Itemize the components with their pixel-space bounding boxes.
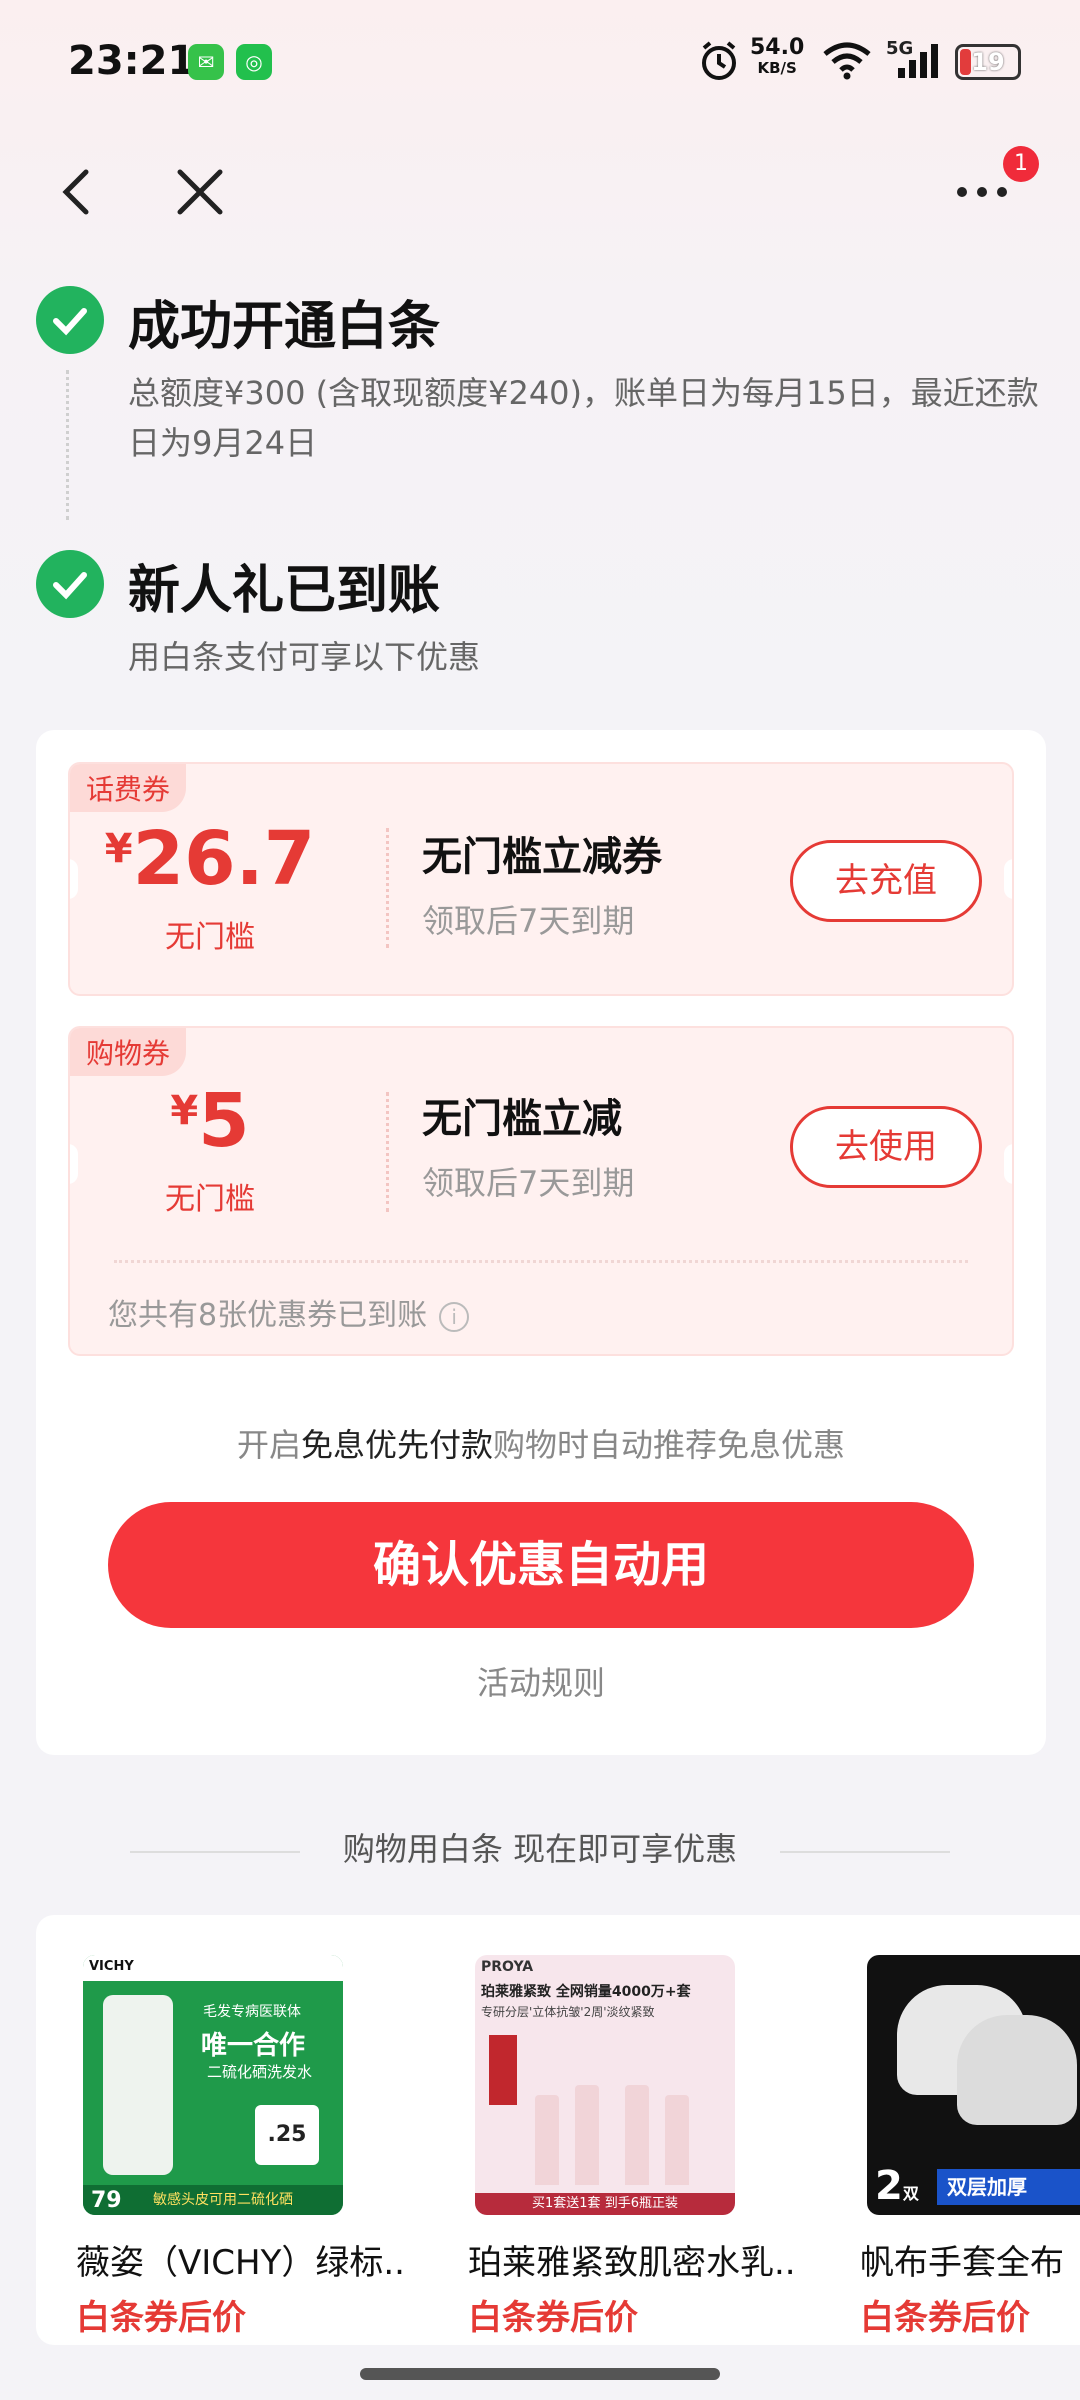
net-speed: 54.0 KB/S: [750, 35, 805, 78]
coupon-condition: 无门槛: [165, 920, 255, 955]
status-bar: 23:21 ✉ ◎ 54.0 KB/S 5G 19: [0, 0, 1080, 120]
coupon-condition: 无门槛: [165, 1182, 255, 1217]
wechat-app-icon: ◎: [236, 44, 272, 80]
use-coupon-button[interactable]: 去使用: [790, 1106, 982, 1188]
benefits-card: 话费券 ¥26.7 无门槛 无门槛立减券 领取后7天到期 去充值 购物券 ¥5 …: [36, 730, 1046, 1755]
coupon-tag: 购物券: [70, 1028, 187, 1076]
battery-level: 19: [971, 48, 1005, 76]
coupon-amount: ¥26.7: [104, 816, 316, 902]
coupon-phone: 话费券 ¥26.7 无门槛 无门槛立减券 领取后7天到期 去充值: [68, 762, 1014, 996]
step-desc: 用白条支付可享以下优惠: [128, 638, 481, 676]
net-speed-value: 54.0: [750, 35, 805, 60]
battery-icon: 19: [955, 44, 1021, 80]
coupon-amount: ¥5: [170, 1078, 250, 1164]
interest-free-link[interactable]: 免息优先付款: [301, 1426, 493, 1464]
messages-app-icon: ✉: [188, 44, 224, 80]
back-icon[interactable]: [46, 160, 110, 224]
product-image: VICHY 毛发专病医联体 唯一合作 二硫化硒洗发水 .25 敏感头皮可用二硫化…: [83, 1955, 343, 2215]
product-image: PROYA 珀莱雅紧致 全网销量4000万+套 专研分层'立体抗皱'2周'淡纹紧…: [475, 1955, 735, 2215]
product-price-label: 白条券后价: [76, 2298, 246, 2338]
step-title: 新人礼已到账: [128, 561, 441, 621]
product-name: 薇姿（VICHY）绿标...: [76, 2243, 406, 2283]
cell-signal-icon: [898, 44, 938, 78]
interest-free-tip: 开启免息优先付款购物时自动推荐免息优惠: [236, 1426, 846, 1464]
coupon-name: 无门槛立减券: [422, 834, 662, 880]
home-indicator[interactable]: [360, 2368, 720, 2380]
activity-rules-link[interactable]: 活动规则: [36, 1658, 1046, 1704]
divider-line: [780, 1851, 950, 1853]
coupon-expire: 领取后7天到期: [422, 902, 635, 940]
section-title: 购物用白条 现在即可享优惠: [342, 1830, 738, 1868]
status-time: 23:21: [68, 38, 196, 84]
close-icon[interactable]: [168, 160, 232, 224]
coupon-tag: 话费券: [70, 764, 187, 812]
alarm-icon: [702, 41, 736, 80]
coupon-expire: 领取后7天到期: [422, 1164, 635, 1202]
notification-badge: 1: [1003, 146, 1039, 182]
info-icon[interactable]: i: [439, 1301, 470, 1332]
step-desc: 总额度¥300 (含取现额度¥240)，账单日为每月15日，最近还款日为9月24…: [128, 374, 1039, 462]
confirm-auto-apply-button[interactable]: 确认优惠自动用: [108, 1502, 974, 1628]
product-name: 帆布手套全布: [860, 2243, 1064, 2283]
product-price-label: 白条券后价: [860, 2298, 1030, 2338]
net-speed-unit: KB/S: [757, 59, 797, 77]
coupon-shopping: 购物券 ¥5 无门槛 无门槛立减 领取后7天到期 去使用 您共有8张优惠券已到账…: [68, 1026, 1014, 1356]
product-carousel[interactable]: VICHY 毛发专病医联体 唯一合作 二硫化硒洗发水 .25 敏感头皮可用二硫化…: [36, 1915, 1080, 2345]
product-card[interactable]: PROYA 珀莱雅紧致 全网销量4000万+套 专研分层'立体抗皱'2周'淡纹紧…: [428, 1955, 798, 2339]
recharge-button[interactable]: 去充值: [790, 840, 982, 922]
divider: [114, 1260, 968, 1263]
product-card[interactable]: 2双 双层加厚 帆布手套全布 白条券后价: [820, 1955, 1080, 2339]
product-name: 珀莱雅紧致肌密水乳...: [468, 2243, 798, 2283]
check-icon: [36, 550, 104, 618]
coupon-summary: 您共有8张优惠券已到账 i: [108, 1290, 470, 1334]
product-card[interactable]: VICHY 毛发专病医联体 唯一合作 二硫化硒洗发水 .25 敏感头皮可用二硫化…: [36, 1955, 406, 2339]
product-image: 2双 双层加厚: [867, 1955, 1080, 2215]
coupon-name: 无门槛立减: [422, 1096, 622, 1142]
wifi-icon: [823, 42, 871, 80]
step-title: 成功开通白条: [128, 297, 441, 357]
check-icon: [36, 286, 104, 354]
step-connector: [66, 370, 69, 520]
product-price-label: 白条券后价: [468, 2298, 638, 2338]
